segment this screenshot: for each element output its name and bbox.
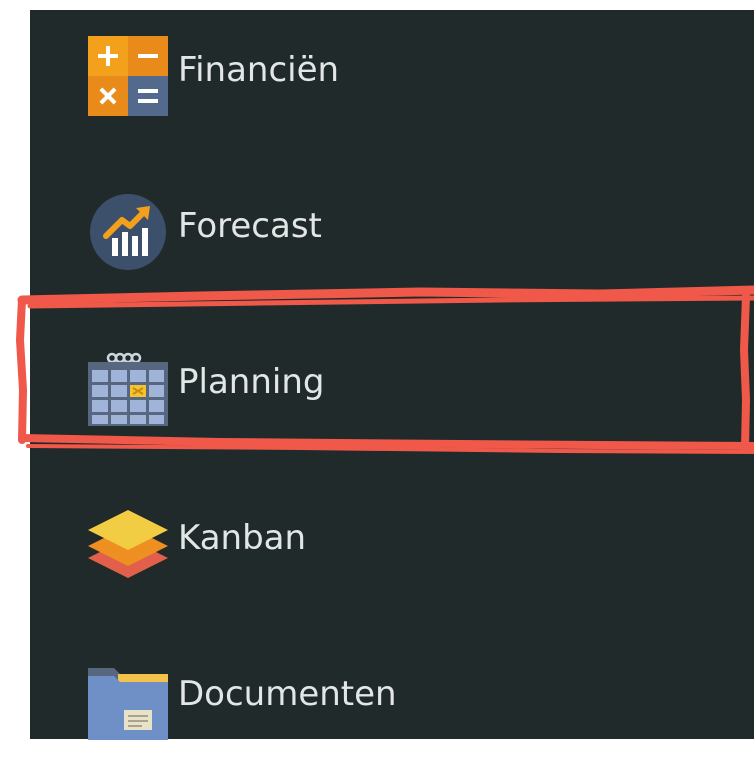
menu-item-documenten[interactable]: Documenten — [30, 644, 754, 744]
calculator-icon — [88, 36, 168, 116]
menu-item-label: Documenten — [178, 674, 397, 714]
calendar-icon — [88, 348, 168, 428]
menu-item-label: Financiën — [178, 50, 340, 90]
layers-icon — [88, 504, 168, 584]
menu-item-kanban[interactable]: Kanban — [30, 488, 754, 588]
menu-item-label: Kanban — [178, 518, 307, 558]
growth-chart-icon — [88, 192, 168, 272]
folder-icon — [88, 660, 168, 740]
menu-item-planning[interactable]: Planning — [30, 332, 754, 432]
sidebar-menu: Financiën Forecast Planning Kanban Docum… — [30, 10, 754, 740]
menu-item-financien[interactable]: Financiën — [30, 20, 754, 120]
menu-item-forecast[interactable]: Forecast — [30, 176, 754, 276]
menu-item-label: Forecast — [178, 206, 322, 246]
menu-item-label: Planning — [178, 362, 325, 402]
